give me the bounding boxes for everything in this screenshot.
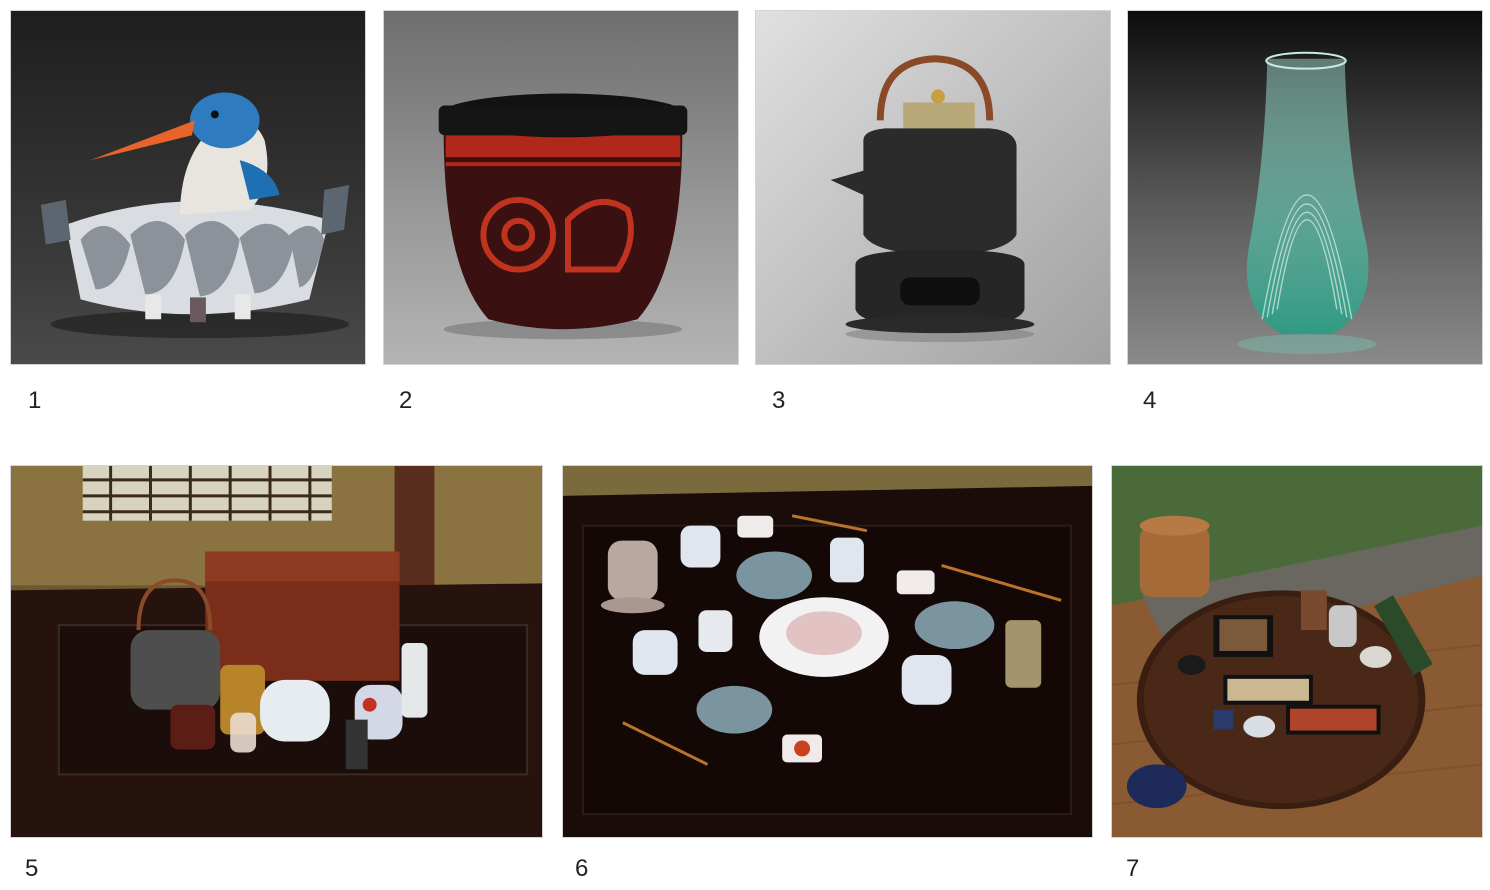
figure-number-1: 1: [28, 387, 42, 414]
iron-kettle-image: [756, 11, 1110, 364]
photo-5-tea-utensils-table[interactable]: [10, 465, 543, 838]
figure-number-4: 4: [1143, 387, 1157, 414]
photo-7-round-tray-bento[interactable]: [1111, 465, 1483, 838]
figure-number-2: 2: [399, 387, 413, 414]
photo-3-iron-kettle[interactable]: [755, 10, 1111, 365]
lacquer-jar-image: [384, 11, 738, 364]
figure-number-6: 6: [575, 855, 589, 882]
figure-number-5: 5: [25, 855, 39, 882]
table-setting-image: [563, 466, 1092, 837]
round-tray-image: [1112, 466, 1482, 837]
photo-1-kingfisher-bowl[interactable]: [10, 10, 366, 365]
photo-2-lacquer-jar[interactable]: [383, 10, 739, 365]
kingfisher-bowl-image: [11, 11, 365, 364]
figure-number-7: 7: [1126, 855, 1140, 882]
figure-number-3: 3: [772, 387, 786, 414]
photo-6-table-setting[interactable]: [562, 465, 1093, 838]
tea-utensils-image: [11, 466, 542, 837]
glass-vase-image: [1128, 11, 1482, 364]
photo-4-glass-vase[interactable]: [1127, 10, 1483, 365]
